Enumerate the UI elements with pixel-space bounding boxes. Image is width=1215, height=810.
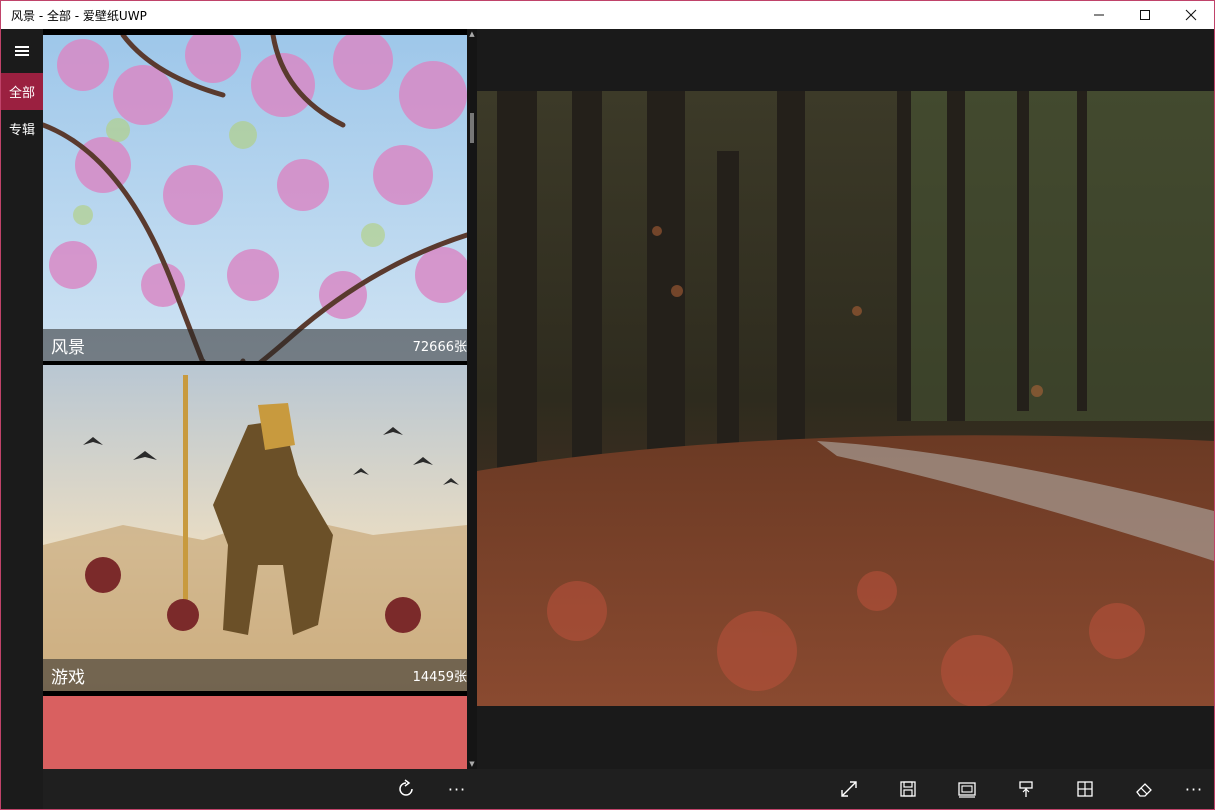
set-wallpaper-button[interactable] bbox=[955, 777, 979, 801]
side-nav: 全部 专辑 bbox=[1, 29, 43, 809]
list-scrollbar[interactable]: ▲ ▼ bbox=[467, 29, 477, 769]
category-count: 14459张 bbox=[412, 669, 467, 685]
preview-toolbar: ··· bbox=[477, 769, 1214, 809]
save-icon bbox=[900, 781, 916, 797]
category-name: 游戏 bbox=[51, 667, 85, 688]
app-window: 风景 - 全部 - 爱壁纸UWP 全部 专辑 风景 72666张 游戏 1445… bbox=[0, 0, 1215, 810]
save-button[interactable] bbox=[896, 777, 920, 801]
pin-button[interactable] bbox=[1014, 777, 1038, 801]
category-list: 风景 72666张 游戏 14459张 bbox=[43, 29, 477, 769]
window-title: 风景 - 全部 - 爱壁纸UWP bbox=[11, 8, 147, 23]
tile-icon bbox=[1077, 781, 1093, 797]
more-button-left[interactable]: ··· bbox=[445, 777, 469, 801]
nav-item-albums[interactable]: 专辑 bbox=[1, 110, 43, 147]
category-count: 72666张 bbox=[412, 339, 467, 355]
minimize-icon bbox=[1094, 14, 1104, 16]
close-button[interactable] bbox=[1168, 1, 1214, 29]
hamburger-button[interactable] bbox=[1, 29, 43, 73]
set-wallpaper-icon bbox=[958, 782, 976, 798]
title-bar: 风景 - 全部 - 爱壁纸UWP bbox=[1, 1, 1214, 29]
tile-button[interactable] bbox=[1073, 777, 1097, 801]
refresh-button[interactable] bbox=[394, 777, 418, 801]
pin-icon bbox=[1019, 781, 1033, 797]
minimize-button[interactable] bbox=[1076, 1, 1122, 29]
forest-preview-image bbox=[477, 91, 1214, 706]
nav-item-label: 全部 bbox=[8, 86, 35, 101]
wallpaper-preview[interactable] bbox=[477, 91, 1214, 706]
maximize-button[interactable] bbox=[1122, 1, 1168, 29]
category-caption: 游戏 14459张 bbox=[43, 659, 467, 691]
scroll-up-icon[interactable]: ▲ bbox=[467, 29, 477, 39]
game-thumbnail bbox=[43, 365, 467, 691]
preview-area bbox=[477, 29, 1214, 769]
scenery-thumbnail bbox=[43, 35, 467, 361]
eraser-icon bbox=[1136, 783, 1152, 797]
category-caption: 风景 72666张 bbox=[43, 329, 467, 361]
nav-item-label: 专辑 bbox=[8, 123, 35, 138]
scroll-thumb[interactable] bbox=[470, 113, 474, 143]
maximize-icon bbox=[1140, 10, 1150, 20]
eraser-button[interactable] bbox=[1132, 777, 1156, 801]
hamburger-icon bbox=[15, 46, 29, 56]
category-card-loading[interactable] bbox=[43, 696, 467, 769]
nav-item-all[interactable]: 全部 bbox=[1, 73, 43, 110]
category-card-games[interactable]: 游戏 14459张 bbox=[43, 365, 467, 691]
refresh-icon bbox=[399, 779, 413, 796]
fullscreen-icon bbox=[841, 781, 857, 797]
category-card-scenery[interactable]: 风景 72666张 bbox=[43, 35, 467, 361]
close-icon bbox=[1185, 9, 1197, 21]
scroll-down-icon[interactable]: ▼ bbox=[467, 759, 477, 769]
fullscreen-button[interactable] bbox=[837, 777, 861, 801]
more-button-right[interactable]: ··· bbox=[1182, 777, 1206, 801]
category-name: 风景 bbox=[51, 337, 85, 358]
list-toolbar: ··· bbox=[43, 769, 477, 809]
